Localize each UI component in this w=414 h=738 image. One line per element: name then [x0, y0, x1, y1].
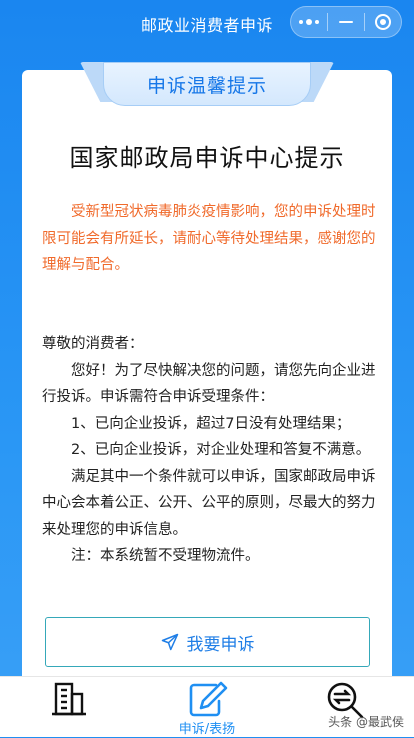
condition-1: 1、已向企业投诉，超过7日没有处理结果；: [71, 415, 351, 432]
complaint-button-label: 我要申诉: [186, 634, 255, 655]
more-button[interactable]: [291, 7, 327, 37]
tab-label: 申诉/表扬: [178, 722, 236, 737]
condition-2: 2、已向企业投诉，对企业处理和答复不满意。: [71, 442, 371, 458]
miniprogram-capsule: [290, 6, 402, 38]
tab-enterprises[interactable]: [19, 677, 119, 738]
notice-body: 尊敬的消费者： 您好！为了尽快解决您的问题，请您先向企业进行投诉。申诉需符合申诉…: [42, 331, 376, 570]
target-close-icon: [375, 14, 391, 30]
tab-complaint-praise[interactable]: 申诉/表扬: [157, 677, 257, 738]
principle-paragraph: 满足其中一个条件就可以申诉，国家邮政局申诉中心会本着公正、公开、公平的原则，尽最…: [42, 468, 376, 538]
more-dots-icon: [299, 19, 319, 25]
epidemic-notice: 受新型冠状病毒肺炎疫情影响，您的申诉处理时限可能会有所延长，请耐心等待处理结果，…: [42, 204, 376, 273]
minimize-icon: [339, 21, 353, 23]
minimize-button[interactable]: [328, 7, 364, 37]
notice-ribbon: 申诉温馨提示: [103, 62, 311, 106]
edit-icon: [189, 681, 228, 717]
intro-paragraph: 您好！为了尽快解决您的问题，请您先向企业进行投诉。申诉需符合申诉受理条件：: [42, 362, 376, 406]
header: 邮政业消费者申诉: [0, 0, 414, 46]
card-title: 国家邮政局申诉中心提示: [69, 144, 345, 172]
watermark: 头条 @最武侯: [328, 715, 404, 729]
close-button[interactable]: [365, 7, 401, 37]
greeting: 尊敬的消费者：: [42, 336, 144, 352]
paper-plane-icon: [161, 633, 178, 651]
file-complaint-button[interactable]: 我要申诉: [45, 617, 370, 667]
logistics-note: 注：本系统暂不受理物流件。: [71, 548, 260, 564]
building-icon: [52, 682, 86, 716]
